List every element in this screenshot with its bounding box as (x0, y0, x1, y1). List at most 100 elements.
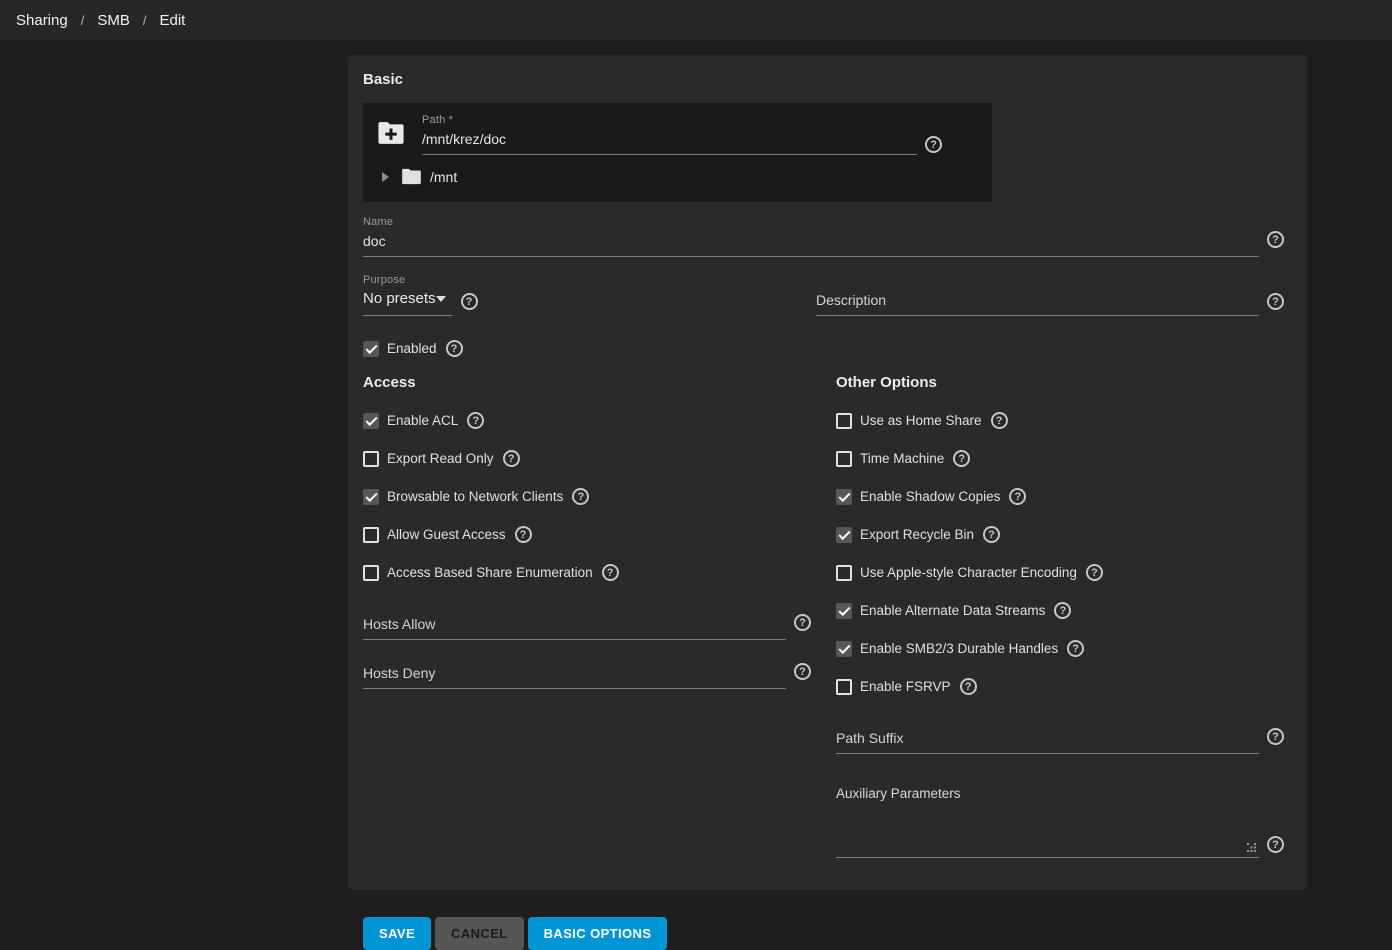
top-bar: Sharing / SMB / Edit (0, 0, 1392, 40)
access-section-title: Access (363, 374, 811, 391)
option-checkbox-label: Export Read Only (387, 451, 494, 466)
enabled-checkbox[interactable] (363, 341, 379, 357)
path-explorer-panel: Path * /mnt (363, 103, 992, 202)
option-help-icon[interactable] (602, 564, 619, 581)
breadcrumb-separator: / (143, 13, 147, 28)
option-help-icon[interactable] (991, 412, 1008, 429)
option-help-icon[interactable] (953, 450, 970, 467)
checkbox-row: Allow Guest Access (363, 526, 811, 543)
option-checkbox[interactable] (363, 413, 379, 429)
option-checkbox[interactable] (836, 641, 852, 657)
description-input[interactable] (816, 287, 1259, 316)
option-checkbox[interactable] (363, 565, 379, 581)
checkbox-row: Use as Home Share (836, 412, 1284, 429)
option-checkbox[interactable] (836, 679, 852, 695)
checkbox-row: Enable Shadow Copies (836, 488, 1284, 505)
save-button[interactable]: SAVE (363, 917, 431, 950)
checkbox-row: Enable FSRVP (836, 678, 1284, 695)
cancel-button[interactable]: CANCEL (435, 917, 524, 950)
option-checkbox-label: Use Apple-style Character Encoding (860, 565, 1077, 580)
option-checkbox[interactable] (363, 489, 379, 505)
other-options-checkbox-list: Use as Home Share Time Machine Enable (836, 412, 1284, 695)
option-checkbox-label: Browsable to Network Clients (387, 489, 563, 504)
breadcrumb: Sharing / SMB / Edit (16, 12, 185, 29)
hosts-deny-help-icon[interactable] (794, 663, 811, 680)
name-label: Name (363, 216, 1284, 228)
option-checkbox[interactable] (836, 413, 852, 429)
tree-expand-icon[interactable] (382, 172, 389, 182)
option-checkbox[interactable] (363, 527, 379, 543)
purpose-select[interactable]: No presets (363, 286, 452, 316)
path-suffix-input[interactable] (836, 725, 1259, 754)
option-help-icon[interactable] (1086, 564, 1103, 581)
name-input[interactable] (363, 228, 1259, 257)
breadcrumb-edit: Edit (159, 12, 185, 29)
enabled-help-icon[interactable] (446, 340, 463, 357)
tree-node-label: /mnt (430, 169, 457, 185)
checkbox-row: Enable Alternate Data Streams (836, 602, 1284, 619)
checkbox-row: Export Recycle Bin (836, 526, 1284, 543)
option-checkbox-label: Enable ACL (387, 413, 458, 428)
path-suffix-help-icon[interactable] (1267, 728, 1284, 745)
option-checkbox[interactable] (836, 527, 852, 543)
option-checkbox[interactable] (836, 489, 852, 505)
basic-options-button[interactable]: BASIC OPTIONS (528, 917, 668, 950)
purpose-help-icon[interactable] (461, 293, 478, 310)
option-checkbox[interactable] (836, 565, 852, 581)
option-help-icon[interactable] (515, 526, 532, 543)
checkbox-row: Enable ACL (363, 412, 811, 429)
option-checkbox[interactable] (836, 451, 852, 467)
breadcrumb-separator: / (81, 13, 85, 28)
enabled-checkbox-label: Enabled (387, 341, 437, 356)
auxiliary-parameters-label: Auxiliary Parameters (836, 786, 1284, 801)
other-options-section-title: Other Options (836, 374, 1284, 391)
checkbox-row: Export Read Only (363, 450, 811, 467)
option-checkbox-label: Use as Home Share (860, 413, 982, 428)
hosts-allow-input[interactable] (363, 611, 786, 640)
option-help-icon[interactable] (572, 488, 589, 505)
resize-grip-icon[interactable] (1247, 843, 1256, 852)
path-label: Path * (422, 114, 917, 126)
breadcrumb-sharing[interactable]: Sharing (16, 12, 68, 29)
edit-smb-form-card: Basic Path * (348, 55, 1307, 890)
option-checkbox-label: Export Recycle Bin (860, 527, 974, 542)
form-actions: SAVE CANCEL BASIC OPTIONS (348, 917, 1307, 950)
hosts-allow-help-icon[interactable] (794, 614, 811, 631)
checkbox-row: Enable SMB2/3 Durable Handles (836, 640, 1284, 657)
auxiliary-parameters-textarea[interactable] (836, 803, 1259, 858)
hosts-deny-input[interactable] (363, 660, 786, 689)
basic-section-title: Basic (363, 71, 1284, 88)
auxiliary-parameters-help-icon[interactable] (1267, 836, 1284, 853)
chevron-down-icon (436, 296, 446, 302)
option-checkbox-label: Access Based Share Enumeration (387, 565, 593, 580)
tree-node-mnt[interactable]: /mnt (377, 168, 978, 185)
option-help-icon[interactable] (983, 526, 1000, 543)
description-help-icon[interactable] (1267, 293, 1284, 310)
checkbox-row: Use Apple-style Character Encoding (836, 564, 1284, 581)
checkbox-row: Access Based Share Enumeration (363, 564, 811, 581)
name-help-icon[interactable] (1267, 231, 1284, 248)
option-help-icon[interactable] (960, 678, 977, 695)
folder-icon (401, 168, 422, 185)
option-help-icon[interactable] (1054, 602, 1071, 619)
option-checkbox-label: Enable FSRVP (860, 679, 951, 694)
option-checkbox-label: Enable Shadow Copies (860, 489, 1000, 504)
option-checkbox[interactable] (363, 451, 379, 467)
path-help-icon[interactable] (925, 136, 942, 153)
purpose-selected-value: No presets (363, 290, 436, 307)
breadcrumb-smb[interactable]: SMB (97, 12, 130, 29)
option-help-icon[interactable] (503, 450, 520, 467)
option-checkbox-label: Enable SMB2/3 Durable Handles (860, 641, 1058, 656)
path-input[interactable] (422, 126, 917, 155)
option-help-icon[interactable] (1067, 640, 1084, 657)
option-checkbox-label: Enable Alternate Data Streams (860, 603, 1045, 618)
purpose-label: Purpose (363, 274, 452, 286)
folder-plus-icon (377, 121, 405, 150)
access-checkbox-list: Enable ACL Export Read Only Browsable (363, 412, 811, 581)
option-checkbox[interactable] (836, 603, 852, 619)
option-checkbox-label: Allow Guest Access (387, 527, 506, 542)
option-help-icon[interactable] (467, 412, 484, 429)
option-checkbox-label: Time Machine (860, 451, 944, 466)
option-help-icon[interactable] (1009, 488, 1026, 505)
checkbox-row: Browsable to Network Clients (363, 488, 811, 505)
